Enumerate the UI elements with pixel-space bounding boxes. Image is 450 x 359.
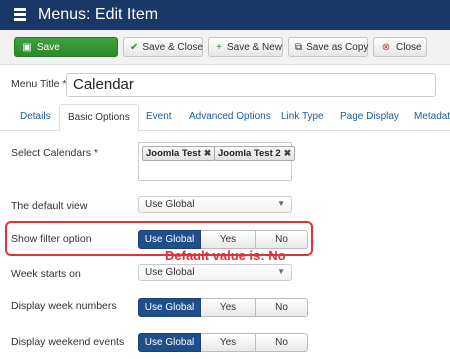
chevron-down-icon: ▼ [277,267,285,276]
week-numbers-toggle: Use Global Yes No [138,298,308,317]
remove-icon[interactable]: ✖ [284,148,292,158]
copy-icon: ⧉ [295,41,303,53]
annotation-text: Default value is: No [165,248,286,263]
close-icon: ⊗ [381,41,391,53]
calendars-select[interactable]: Joomla Test ✖ Joomla Test 2 ✖ [138,142,296,181]
default-view-select[interactable]: Use Global ▼ [138,196,292,213]
calendar-chip[interactable]: Joomla Test ✖ [142,146,216,161]
tab-details[interactable]: Details [20,111,51,122]
tab-link-type[interactable]: Link Type [281,111,324,122]
tab-event[interactable]: Event [146,111,172,122]
tab-basic-options[interactable]: Basic Options [59,104,139,132]
save-button[interactable]: ▣ Save [14,37,118,57]
menu-list-icon [14,8,26,21]
week-numbers-label: Display week numbers [11,300,117,312]
chevron-down-icon: ▼ [277,199,285,208]
page-title: Menus: Edit Item [38,6,159,23]
app-header: Menus: Edit Item [0,0,450,30]
tab-bar: Details Basic Options Event Advanced Opt… [0,104,450,132]
weekend-events-label: Display weekend events [11,336,125,348]
toolbar: ▣ Save ✔ Save & Close + Save & New ⧉ Save as… [0,30,450,65]
tab-page-display[interactable]: Page Display [340,111,399,122]
menu-title-label: Menu Title * [11,78,67,90]
check-icon: ✔ [130,41,139,53]
close-button[interactable]: ⊗ Close [373,37,427,57]
toggle-no[interactable]: No [256,333,308,352]
calendar-chip[interactable]: Joomla Test 2 ✖ [214,146,296,161]
save-icon: ▣ [22,41,32,53]
week-start-label: Week starts on [11,268,81,280]
toggle-use-global[interactable]: Use Global [138,298,201,317]
toggle-use-global[interactable]: Use Global [138,333,201,352]
tab-advanced-options[interactable]: Advanced Options [189,111,271,122]
default-view-label: The default view [11,200,88,212]
toggle-yes[interactable]: Yes [201,333,256,352]
save-close-button[interactable]: ✔ Save & Close [123,37,203,57]
menu-title-input[interactable]: Calendar [66,73,436,97]
weekend-events-toggle: Use Global Yes No [138,333,308,352]
toggle-yes[interactable]: Yes [201,298,256,317]
toggle-no[interactable]: No [256,298,308,317]
week-start-select[interactable]: Use Global ▼ [138,264,292,281]
calendars-label: Select Calendars * [11,147,98,159]
save-copy-button[interactable]: ⧉ Save as Copy [288,37,368,57]
save-new-button[interactable]: + Save & New [208,37,283,57]
tab-metadata[interactable]: Metadata [414,111,450,122]
remove-icon[interactable]: ✖ [204,148,212,158]
plus-icon: + [216,41,222,53]
